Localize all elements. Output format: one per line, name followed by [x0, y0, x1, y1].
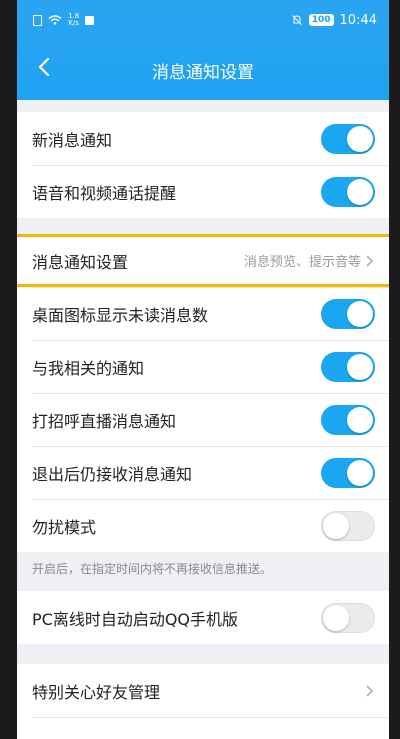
setting-label: 特别关心好友管理 — [32, 682, 161, 702]
setting-row-do-not-disturb[interactable]: 勿扰模式 — [17, 499, 389, 552]
pc-offline-toggle[interactable] — [321, 602, 375, 633]
setting-row-live-greeting[interactable]: 打招呼直播消息通知 — [17, 393, 389, 446]
setting-label: 语音和视频通话提醒 — [32, 183, 177, 203]
badge-count-toggle[interactable] — [321, 298, 375, 329]
setting-label: 勿扰模式 — [32, 517, 97, 537]
wifi-icon — [48, 15, 62, 25]
status-bar: 1.8 K/s 100 10:44 — [17, 0, 389, 40]
setting-label: 新消息通知 — [32, 130, 113, 150]
sim-card-icon — [33, 14, 42, 26]
section-special-care: 特别关心好友管理 — [17, 664, 389, 739]
battery-indicator: 100 — [308, 14, 334, 26]
live-greeting-toggle[interactable] — [321, 404, 375, 435]
app-header: 1.8 K/s 100 10:44 消息通知设置 — [17, 0, 389, 100]
new-message-toggle[interactable] — [321, 123, 375, 154]
clock: 10:44 — [339, 12, 377, 28]
setting-label: 桌面图标显示未读消息数 — [32, 305, 209, 325]
receive-after-exit-toggle[interactable] — [321, 457, 375, 488]
setting-row-special-care[interactable]: 特别关心好友管理 — [17, 664, 389, 717]
call-reminder-toggle[interactable] — [321, 176, 375, 207]
setting-label: 与我相关的通知 — [32, 358, 145, 378]
setting-label: 消息通知设置 — [32, 252, 129, 272]
setting-label: 打招呼直播消息通知 — [32, 411, 177, 431]
section-message-settings: 消息通知设置 消息预览、提示音等 桌面图标显示未读消息数 与我相关的通知 打招呼… — [17, 234, 389, 552]
setting-row-receive-after-exit[interactable]: 退出后仍接收消息通知 — [17, 446, 389, 499]
section-pc-offline: PC离线时自动启动QQ手机版 — [17, 591, 389, 644]
page-title: 消息通知设置 — [152, 62, 254, 83]
setting-row-pc-offline[interactable]: PC离线时自动启动QQ手机版 — [17, 591, 389, 644]
do-not-disturb-note: 开启后，在指定时间内将不再接收信息推送。 — [17, 552, 389, 591]
setting-row-message-notification-settings[interactable]: 消息通知设置 消息预览、提示音等 — [17, 234, 389, 287]
back-arrow-icon[interactable] — [29, 52, 59, 82]
setting-row-call-reminder[interactable]: 语音和视频通话提醒 — [17, 165, 389, 218]
network-speed: 1.8 K/s — [68, 13, 79, 27]
related-notifications-toggle[interactable] — [321, 351, 375, 382]
network-speed-unit: K/s — [68, 19, 79, 27]
setting-row-partial — [17, 717, 389, 739]
setting-label: 退出后仍接收消息通知 — [32, 464, 193, 484]
setting-detail: 消息预览、提示音等 — [243, 255, 361, 270]
chevron-right-icon — [366, 254, 374, 267]
setting-row-new-message[interactable]: 新消息通知 — [17, 112, 389, 165]
notification-icon — [85, 15, 95, 25]
setting-row-related-notifications[interactable]: 与我相关的通知 — [17, 340, 389, 393]
do-not-disturb-toggle[interactable] — [321, 510, 375, 541]
setting-row-badge-count[interactable]: 桌面图标显示未读消息数 — [17, 287, 389, 340]
setting-label: PC离线时自动启动QQ手机版 — [32, 609, 239, 629]
mute-bell-icon — [291, 15, 302, 25]
section-call-notifications: 新消息通知 语音和视频通话提醒 — [17, 112, 389, 218]
phone-screen: 1.8 K/s 100 10:44 消息通知设置 新消息通知 语音和视频通话提醒… — [17, 0, 389, 739]
chevron-right-icon — [366, 684, 374, 697]
